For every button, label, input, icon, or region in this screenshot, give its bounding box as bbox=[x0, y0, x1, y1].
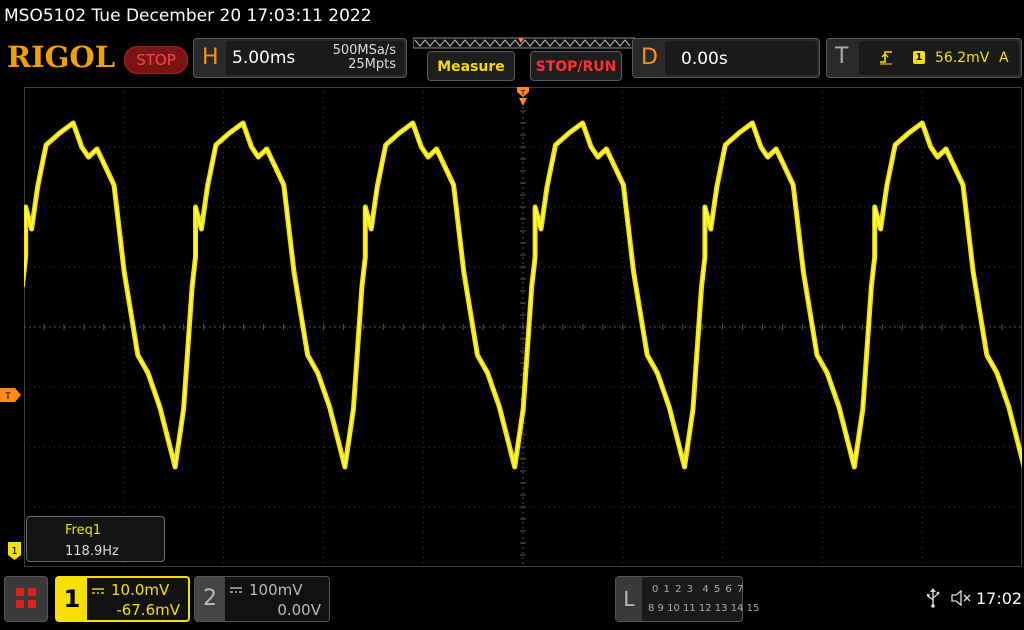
sample-info: 500MSa/s 25Mpts bbox=[333, 44, 396, 72]
trigger-level-marker[interactable]: T bbox=[0, 388, 22, 402]
logic-row-2: 8 9 10 11 12 13 14 15 bbox=[648, 603, 760, 614]
ch1-ground-marker[interactable]: 1 bbox=[8, 542, 21, 560]
memory-position-strip bbox=[413, 37, 635, 49]
speaker-muted-icon[interactable] bbox=[950, 589, 972, 607]
trigger-source-badge: 1 bbox=[913, 51, 925, 64]
status-clock: 17:02 bbox=[976, 589, 1023, 608]
svg-text:T: T bbox=[4, 392, 11, 402]
delay-inner: 0.00s bbox=[665, 41, 817, 75]
grid-menu-icon[interactable] bbox=[4, 576, 48, 622]
rising-edge-icon bbox=[880, 51, 892, 65]
horizontal-inner: 5.00ms 500MSa/s 25Mpts bbox=[226, 41, 404, 75]
channel2-number: 2 bbox=[195, 577, 225, 621]
model-datetime: MSO5102 Tue December 20 17:03:11 2022 bbox=[4, 6, 372, 26]
delay-label: D bbox=[641, 45, 658, 70]
measurement-panel[interactable]: Freq1 118.9Hz bbox=[26, 516, 165, 562]
svg-text:1: 1 bbox=[11, 546, 17, 557]
svg-text:T: T bbox=[520, 89, 526, 97]
logic-label: L bbox=[616, 577, 642, 621]
measure-button[interactable]: Measure bbox=[427, 51, 515, 81]
channel1-scale: 10.0mV bbox=[111, 581, 170, 599]
horizontal-timebase-box[interactable]: H 5.00ms 500MSa/s 25Mpts bbox=[193, 38, 407, 78]
channel1-offset: -67.6mV bbox=[116, 601, 180, 619]
measurement-value: 118.9Hz bbox=[65, 544, 119, 559]
run-state-badge[interactable]: STOP bbox=[124, 46, 188, 74]
waveform-display[interactable] bbox=[24, 87, 1022, 567]
delay-box[interactable]: D 0.00s bbox=[632, 38, 820, 78]
trigger-inner: 1 56.2mV A bbox=[859, 41, 1019, 75]
trigger-mode: A bbox=[999, 50, 1009, 66]
trigger-box[interactable]: T 1 56.2mV A bbox=[826, 38, 1022, 78]
usb-icon bbox=[927, 588, 940, 608]
graticule bbox=[24, 87, 1022, 567]
rigol-logo: RIGOL bbox=[7, 40, 116, 74]
timebase-value: 5.00ms bbox=[232, 48, 296, 68]
measurement-name: Freq1 bbox=[65, 523, 102, 538]
title-bar: MSO5102 Tue December 20 17:03:11 2022 bbox=[0, 0, 1024, 34]
stop-run-button[interactable]: STOP/RUN bbox=[530, 51, 622, 81]
dc-coupling-icon bbox=[230, 587, 242, 593]
logic-row-1: 0 1 2 3 4 5 6 7 bbox=[652, 584, 745, 595]
dc-coupling-icon bbox=[92, 588, 104, 594]
delay-value: 0.00s bbox=[681, 49, 728, 69]
bottom-status-bar: 1 10.0mV -67.6mV 2 100mV 0.00V L 0 1 2 3… bbox=[0, 570, 1024, 630]
channel2-box[interactable]: 2 100mV 0.00V bbox=[194, 576, 330, 622]
channel2-offset: 0.00V bbox=[277, 601, 321, 619]
trigger-level: 56.2mV bbox=[935, 50, 990, 66]
memory-depth: 25Mpts bbox=[348, 57, 396, 72]
sample-rate: 500MSa/s bbox=[332, 43, 396, 58]
channel1-number: 1 bbox=[57, 578, 87, 620]
horizontal-label: H bbox=[202, 45, 219, 70]
channel1-box[interactable]: 1 10.0mV -67.6mV bbox=[55, 576, 190, 622]
top-toolbar: RIGOL STOP H 5.00ms 500MSa/s 25Mpts Meas… bbox=[0, 36, 1024, 82]
logic-channels-box[interactable]: L 0 1 2 3 4 5 6 7 8 9 10 11 12 13 14 15 bbox=[615, 576, 759, 622]
trigger-label: T bbox=[835, 44, 849, 69]
trigger-position-marker[interactable]: T bbox=[516, 86, 530, 108]
channel2-scale: 100mV bbox=[249, 581, 303, 599]
